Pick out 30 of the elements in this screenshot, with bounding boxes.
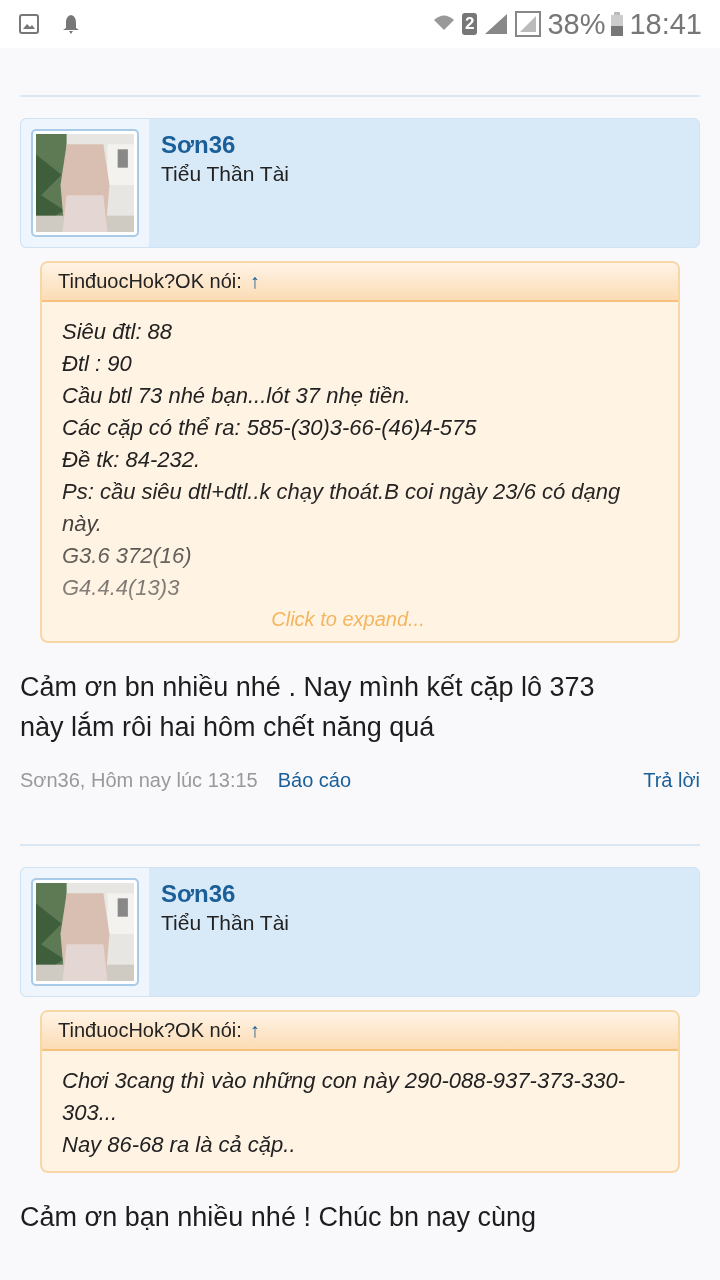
signal-icon (483, 12, 510, 36)
post-message: Cảm ơn bn nhiều nhé . Nay mình kết cặp lô 373 này lắm rôi hai hôm chết năng quá (20, 671, 596, 744)
quote-line: Ps: cầu siêu dtl+dtl..k chạy thoát.B coi ngày 23/6 có dạng này. (62, 478, 622, 538)
post-meta: Sơn36, Hôm nay lúc 13:15 (20, 769, 258, 792)
quote-line: Cầu btl 73 nhé bạn...lót 37 nhẹ tiền. (62, 382, 412, 410)
quote-line: Siêu đtl: 88 (62, 318, 174, 346)
jump-to-quote-link[interactable]: ↑ (249, 270, 260, 293)
report-link[interactable]: Báo cáo (277, 769, 352, 792)
sim-badge: 2 (461, 13, 478, 35)
jump-to-quote-link[interactable]: ↑ (249, 1019, 260, 1042)
quote-line: G4.4.4(13)3 (62, 574, 181, 602)
quote-line: Đtl : 90 (62, 350, 133, 378)
post-message: Cảm ơn bạn nhiều nhé ! Chúc bn nay cùng (20, 1201, 538, 1234)
reply-link[interactable]: Trả lời (643, 769, 700, 792)
quote-author: TinđuocHok?OK nói: (58, 270, 242, 293)
clock: 18:41 (629, 7, 702, 41)
quote-line: Các cặp có thể ra: 585-(30)3-66-(46)4-575 (62, 414, 478, 442)
username-link[interactable]: Sơn36 (161, 880, 290, 908)
user-title: Tiểu Thần Tài (161, 911, 290, 935)
user-title: Tiểu Thần Tài (161, 162, 290, 186)
quote-author: TinđuocHok?OK nói: (58, 1019, 242, 1042)
battery-icon (611, 12, 624, 36)
quote-line: Nay 86-68 ra là cả cặp.. (62, 1131, 297, 1159)
username-link[interactable]: Sơn36 (161, 131, 290, 159)
quote-line: Đề tk: 84-232. (62, 446, 202, 474)
quote-line: G3.6 372(16) (62, 542, 193, 570)
gallery-icon (18, 13, 40, 35)
quote-line: Chơi 3cang thì vào những con này 290-088-937-373-330-303... (62, 1067, 626, 1127)
signal-icon (515, 11, 542, 37)
battery-percent: 38% (547, 7, 606, 41)
